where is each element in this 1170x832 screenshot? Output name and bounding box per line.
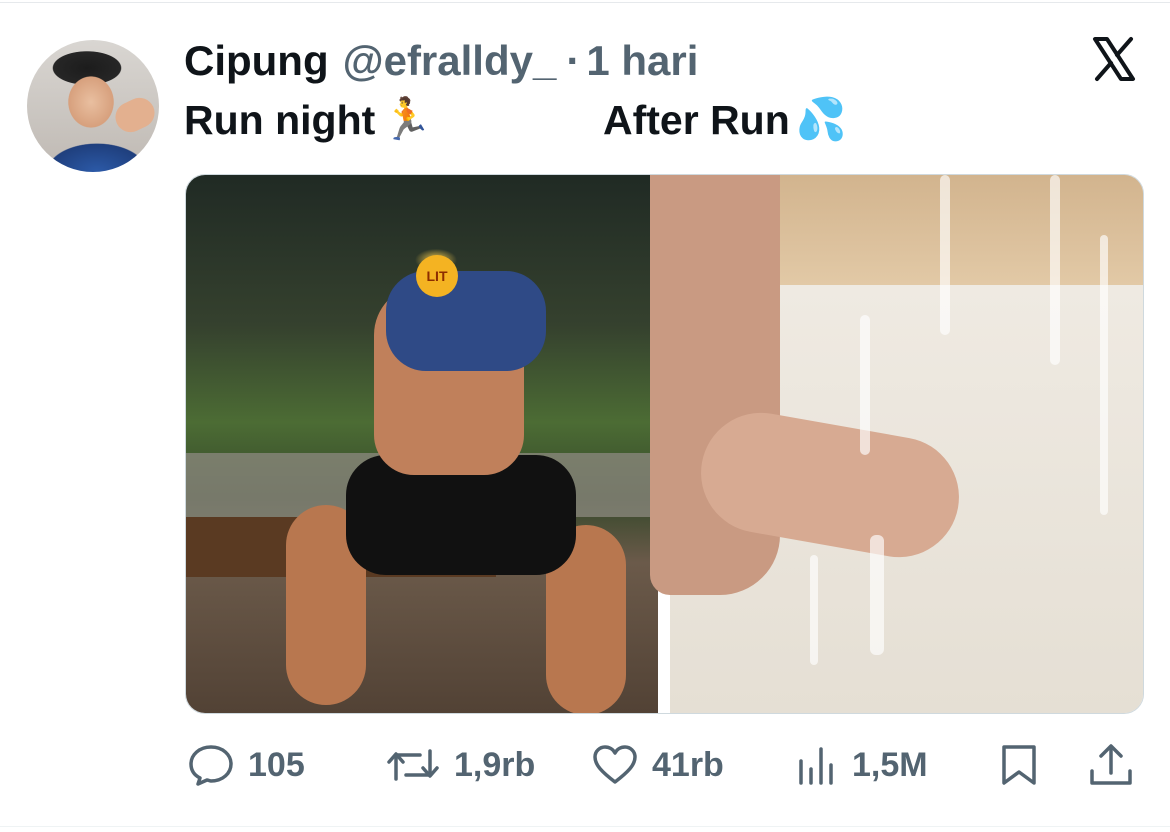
caption-right: After Run 💦 xyxy=(603,92,847,148)
tweet-header: Cipung @efralldy_ · 1 hari xyxy=(184,34,698,88)
photo-after-run[interactable] xyxy=(650,175,1143,713)
avatar[interactable] xyxy=(27,40,159,172)
separator-dot: · xyxy=(566,37,581,84)
bottom-divider xyxy=(0,826,1170,827)
repost-button[interactable]: 1,9rb xyxy=(386,730,535,800)
media-grid: LIT xyxy=(185,174,1144,714)
reply-count: 105 xyxy=(248,745,305,784)
water-drip xyxy=(860,315,870,455)
water-drip xyxy=(810,555,818,665)
water-drip xyxy=(1100,235,1108,515)
water-drip xyxy=(940,175,950,335)
action-bar: 105 1,9rb 41rb 1,5M xyxy=(0,730,1170,800)
heart-icon xyxy=(593,745,637,784)
bookmark-icon xyxy=(1002,745,1036,785)
share-icon xyxy=(1090,744,1132,785)
views-bars-icon xyxy=(799,747,833,785)
repost-icon xyxy=(387,749,439,781)
avatar-hand xyxy=(110,92,159,138)
like-button[interactable]: 41rb xyxy=(592,730,724,800)
sweat-drops-emoji-icon: 💦 xyxy=(795,96,847,142)
share-button[interactable] xyxy=(1088,730,1134,800)
caption-left: Run night 🏃 xyxy=(184,92,432,148)
views-count: 1,5M xyxy=(852,745,928,784)
reply-icon xyxy=(189,745,233,786)
author-handle[interactable]: @efralldy_ xyxy=(343,37,557,85)
views-button[interactable]: 1,5M xyxy=(796,730,928,800)
top-divider xyxy=(0,2,1170,3)
x-logo-icon xyxy=(1093,37,1135,81)
reply-button[interactable]: 105 xyxy=(188,730,305,800)
lit-sticker-icon: LIT xyxy=(416,255,458,297)
runner-emoji-icon: 🏃 xyxy=(381,96,433,142)
author-name[interactable]: Cipung xyxy=(184,37,329,85)
water-drip xyxy=(870,535,884,655)
timestamp[interactable]: 1 hari xyxy=(586,37,698,85)
caption-left-text: Run night xyxy=(184,96,376,143)
like-count: 41rb xyxy=(652,745,724,784)
water-drip xyxy=(1050,175,1060,365)
photo-shirt xyxy=(386,271,546,371)
photo-run-night[interactable]: LIT xyxy=(186,175,658,713)
bookmark-button[interactable] xyxy=(999,730,1039,800)
caption-right-text: After Run xyxy=(603,96,790,143)
repost-count: 1,9rb xyxy=(454,745,536,784)
